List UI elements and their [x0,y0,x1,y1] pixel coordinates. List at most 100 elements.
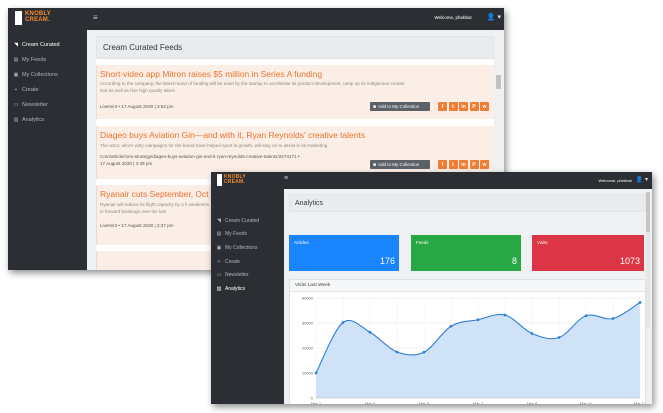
stat-value: 176 [379,256,395,266]
x-tick-label: Mar 7 [473,401,484,404]
data-point [584,314,588,318]
collection-icon: ▣ [216,244,222,251]
feed-card-title[interactable]: Short-video app Mitron raises $5 million… [100,69,322,79]
sidebar-item-analytics[interactable]: ▥ Analytics [211,282,284,296]
sidebar-item-cream-curated[interactable]: ◥ Cream Curated [8,37,87,52]
plus-square-icon: ■ [373,161,377,168]
analytics-icon: ▥ [216,285,222,292]
analytics-window: KNOBLY CREAM. ≡ Welcome, phebbar 👤 ▾ ◥ Cr… [211,172,652,404]
user-menu-icon[interactable]: 👤 ▾ [487,13,501,21]
whatsapp-icon[interactable]: w [480,102,489,111]
data-point [557,336,561,339]
sidebar-item-label: Newsletter [22,101,48,108]
plus-icon: + [217,258,221,265]
logo-mark [15,11,22,25]
rss-icon: ◥ [217,217,221,224]
x-tick-label: Mar 3 [365,401,376,404]
sidebar-item-newsletter[interactable]: ▭ Newsletter [211,268,284,282]
user-menu-icon[interactable]: 👤 ▾ [636,176,648,183]
stat-card-visits[interactable]: Visits 1073 [532,235,644,271]
share-buttons: f t in P w [438,102,491,111]
top-navbar: KNOBLY CREAM. ≡ Welcome, phebbar 👤 ▾ [8,8,504,30]
visits-chart-card: Visits Last Week 0 10000 20000 30000 40000 Ma… [289,279,646,404]
page-title: Analytics [289,194,646,212]
linkedin-icon[interactable]: in [459,160,468,169]
collection-icon: ▣ [13,71,19,78]
welcome-text: Welcome, phebbar [434,15,472,20]
rss-icon: ◥ [14,41,18,48]
sidebar-item-my-feeds[interactable]: ▤ My Feeds [8,52,87,67]
stat-label: Feeds [416,240,429,245]
data-point [368,330,372,334]
facebook-icon[interactable]: f [438,102,447,111]
feed-card-meta: Livemint • 17 August 2020 | 2:37 pm [100,223,174,228]
menu-toggle-icon[interactable]: ≡ [284,175,288,182]
brand-logo[interactable]: KNOBLY CREAM. [15,11,51,25]
scrollbar-thumb[interactable] [646,192,650,232]
analytics-main: Analytics Articles 176 Feeds 8 Visits 10… [284,189,652,404]
feed-card-url[interactable]: Com/article/cmo-strategy/diageo-buys-avi… [100,154,300,168]
sidebar: ◥ Cream Curated ▤ My Feeds ▣ My Collections… [211,189,284,404]
menu-toggle-icon[interactable]: ≡ [93,13,98,22]
feed-card-summary: According to the company, the latest rou… [100,81,405,93]
sidebar-item-label: My Collections [22,71,58,78]
add-to-collection-button[interactable]: ■ Add to My Collection [370,102,430,111]
data-point [503,313,507,317]
newsletter-icon: ▭ [216,272,222,279]
twitter-icon[interactable]: t [448,160,458,169]
logo-text: KNOBLY CREAM. [25,11,51,23]
sidebar-item-my-feeds[interactable]: ▤ My Feeds [211,228,284,242]
sidebar-item-label: Create [225,258,241,265]
feed-card-title[interactable]: Ryanair cuts September, Oct [100,189,209,199]
add-to-collection-button[interactable]: ■ Add to My Collection [370,160,430,169]
y-tick-label: 20000 [302,346,314,351]
sidebar-item-create[interactable]: + Create [211,255,284,269]
sidebar-item-label: Analytics [22,116,45,123]
feed-icon: ▤ [216,231,222,238]
stat-label: Articles [294,240,309,245]
add-to-collection-label: Add to My Collection [378,162,420,167]
y-tick-label: 40000 [302,296,314,301]
visits-chart: 0 10000 20000 30000 40000 Mar 1 Mar 3 Mar 5 Mar … [302,296,645,405]
newsletter-icon: ▭ [13,101,19,108]
stat-value: 1073 [619,256,640,266]
data-point [341,321,345,324]
window-scrollbar[interactable] [646,192,650,327]
sidebar-item-newsletter[interactable]: ▭ Newsletter [8,97,87,112]
sidebar-item-analytics[interactable]: ▥ Analytics [8,112,87,127]
pinterest-icon[interactable]: P [469,102,479,111]
y-tick-label: 10000 [302,371,314,376]
pinterest-icon[interactable]: P [469,160,479,169]
stat-card-feeds[interactable]: Feeds 8 [411,235,521,271]
sidebar-item-my-collections[interactable]: ▣ My Collections [211,241,284,255]
sidebar: ◥ Cream Curated ▤ My Feeds ▣ My Collections… [8,30,87,270]
sidebar-item-create[interactable]: + Create [8,82,87,97]
data-point [611,317,615,320]
y-tick-label: 0 [311,396,314,401]
stat-card-articles[interactable]: Articles 176 [289,235,399,271]
twitter-icon[interactable]: t [448,102,458,111]
brand-logo[interactable]: KNOBLY CREAM. [217,174,246,186]
whatsapp-icon[interactable]: w [480,160,489,169]
add-to-collection-label: Add to My Collection [378,104,420,109]
share-buttons: f t in P w [438,160,491,169]
facebook-icon[interactable]: f [438,160,447,169]
data-point [395,350,399,354]
sidebar-item-my-collections[interactable]: ▣ My Collections [8,67,87,82]
x-tick-label: Mar 1 [311,401,322,404]
feed-card-summary: Ryanair will reduce its flight capacity … [100,202,210,214]
sidebar-item-label: Create [22,86,39,93]
x-tick-label: Mar 13 [634,401,645,404]
welcome-text: Welcome, phebbar [598,178,633,183]
feed-card-title[interactable]: Diageo buys Aviation Gin—and with it, Ry… [100,130,365,140]
sidebar-item-label: Analytics [225,285,246,292]
linkedin-icon[interactable]: in [459,102,468,111]
scrollbar-thumb[interactable] [496,75,501,89]
sidebar-item-label: Cream Curated [225,217,260,224]
feed-card-meta: Livemint • 17 August 2020 | 3:52 pm [100,104,174,109]
sidebar-item-cream-curated[interactable]: ◥ Cream Curated [211,214,284,228]
data-point [449,324,453,328]
feed-card: Short-video app Mitron raises $5 million… [96,65,494,119]
x-tick-label: Mar 11 [580,401,593,404]
sidebar-item-label: Newsletter [225,272,249,279]
